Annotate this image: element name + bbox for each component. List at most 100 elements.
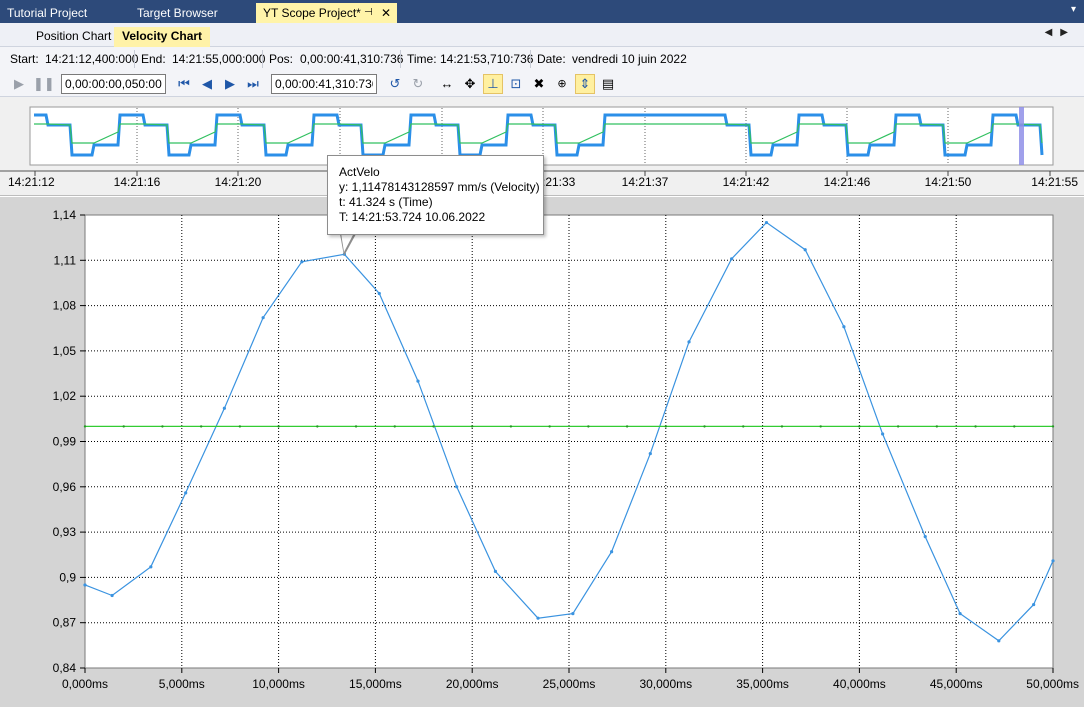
pos-label: Pos: <box>269 52 294 66</box>
x-tick-label: 40,000ms <box>833 677 886 691</box>
reference-point <box>780 425 784 428</box>
velocity-chart-area[interactable]: 1,14 1,11 1,08 1,05 1,02 0,99 0,96 0,93 0,9 0,87 0… <box>0 197 1084 707</box>
data-point[interactable] <box>997 639 1001 643</box>
x-tick-label: 15,000ms <box>349 677 402 691</box>
chart-tab-strip: Position Chart Velocity Chart ◀▶ <box>0 23 1084 47</box>
velocity-chart[interactable]: 1,14 1,11 1,08 1,05 1,02 0,99 0,96 0,93 0,9 0,87 0… <box>0 197 1084 707</box>
y-tick-label: 0,96 <box>53 480 77 494</box>
position-input[interactable] <box>271 74 377 94</box>
scroll-right-icon[interactable]: ▶ <box>1060 27 1076 38</box>
reference-point <box>432 425 435 428</box>
data-point[interactable] <box>110 593 114 598</box>
overview-position-marker[interactable] <box>1019 107 1024 165</box>
tooltip-title: ActVelo <box>339 165 380 179</box>
reference-point <box>316 425 319 428</box>
close-icon[interactable]: ✕ <box>381 3 391 23</box>
data-point[interactable] <box>416 379 420 383</box>
reference-point <box>238 425 242 428</box>
data-point[interactable] <box>300 260 304 264</box>
step-forward-icon[interactable]: ▶ <box>221 75 239 93</box>
tab-position-chart[interactable]: Position Chart <box>28 27 119 47</box>
redo-icon[interactable]: ↻ <box>409 75 427 93</box>
scroll-left-icon[interactable]: ◀ <box>1045 27 1061 38</box>
toolbar: ▶ ❚❚ ⏮ ◀ ▶ ⏭ ↺ ↻ ↔ ✥ ⊥ ⊡ ✖ ⊕ ⇕ ▤ <box>0 71 1084 97</box>
data-point[interactable] <box>536 616 540 620</box>
data-point[interactable] <box>648 451 652 456</box>
tab-velocity-chart[interactable]: Velocity Chart <box>114 27 211 47</box>
reference-point <box>161 425 164 428</box>
reference-point <box>896 425 900 428</box>
play-icon[interactable]: ▶ <box>10 75 28 93</box>
skip-end-icon[interactable]: ⏭ <box>244 75 262 93</box>
start-label: Start: <box>10 52 39 66</box>
interval-input[interactable] <box>61 74 166 94</box>
y-tick-label: 0,99 <box>53 435 77 449</box>
tab-yt-scope-project[interactable]: YT Scope Project* ⊣ ✕ <box>256 3 397 23</box>
overview-tick-label: 14:21:55 <box>1031 175 1078 189</box>
max-icon[interactable]: ⊕ <box>553 75 571 93</box>
reference-point <box>122 425 125 428</box>
data-point[interactable] <box>958 612 962 616</box>
data-point[interactable] <box>923 535 927 539</box>
data-point[interactable] <box>803 248 807 252</box>
y-tick-label: 1,14 <box>53 208 77 222</box>
data-point[interactable] <box>184 491 188 495</box>
tab-overflow-icon[interactable]: ▾ <box>1071 4 1076 15</box>
data-point[interactable] <box>455 485 459 489</box>
reference-point <box>548 425 551 428</box>
export-icon[interactable]: ▤ <box>599 75 617 93</box>
data-point[interactable] <box>149 565 153 569</box>
pan-horizontal-icon[interactable]: ↔ <box>438 75 456 93</box>
pin-icon[interactable]: ⊣ <box>364 3 373 23</box>
reference-point <box>664 425 667 428</box>
zoom-xy-icon[interactable]: ⊡ <box>507 75 525 93</box>
data-point[interactable] <box>842 325 846 329</box>
overview-tick-label: 14:21:16 <box>114 175 161 189</box>
x-tick-label: 50,000ms <box>1026 677 1079 691</box>
overview-tick-label: 14:21:12 <box>8 175 55 189</box>
tab-target-browser[interactable]: Target Browser <box>130 3 256 23</box>
time-label: Time: <box>407 52 437 66</box>
reference-point <box>1051 425 1055 428</box>
tab-tutorial-project[interactable]: Tutorial Project <box>0 3 128 23</box>
reference-point <box>974 425 977 428</box>
reference-point <box>471 425 474 428</box>
reset-icon[interactable]: ↺ <box>386 75 404 93</box>
y-tick-label: 1,11 <box>54 253 77 267</box>
data-point[interactable] <box>261 316 265 320</box>
reference-point <box>509 425 513 428</box>
y-tick-label: 1,05 <box>53 344 77 358</box>
x-tick-label: 30,000ms <box>639 677 692 691</box>
reference-point <box>199 425 203 428</box>
skip-start-icon[interactable]: ⏮ <box>175 75 193 93</box>
data-point[interactable] <box>377 291 381 296</box>
reference-point <box>83 425 87 428</box>
data-point[interactable] <box>83 583 87 587</box>
date-value: vendredi 10 juin 2022 <box>572 52 687 66</box>
data-point[interactable] <box>730 257 734 261</box>
tooltip-t: t: 41.324 s (Time) <box>339 195 433 209</box>
tab-label: Position Chart <box>36 29 112 43</box>
data-point[interactable] <box>1051 559 1055 563</box>
data-point[interactable] <box>687 340 691 344</box>
tooltip-tail-fill <box>341 233 354 252</box>
data-tooltip: ActVelo y: 1,11478143128597 mm/s (Veloci… <box>327 155 544 235</box>
end-label: End: <box>141 52 166 66</box>
data-point[interactable] <box>1032 602 1036 607</box>
data-point[interactable] <box>571 612 575 616</box>
data-point[interactable] <box>493 569 498 573</box>
data-point[interactable] <box>609 550 614 554</box>
y-tick-label: 1,02 <box>53 389 77 403</box>
clear-icon[interactable]: ✖ <box>530 75 548 93</box>
fit-icon[interactable]: ⇕ <box>575 74 595 94</box>
step-back-icon[interactable]: ◀ <box>198 75 216 93</box>
data-point[interactable] <box>222 406 226 410</box>
reference-point <box>858 425 861 428</box>
start-value: 14:21:12,400:000 <box>45 52 139 66</box>
data-point[interactable] <box>764 220 769 225</box>
pause-icon[interactable]: ❚❚ <box>33 75 55 93</box>
pan-all-icon[interactable]: ✥ <box>461 75 479 93</box>
zoom-x-icon[interactable]: ⊥ <box>483 74 503 94</box>
time-value: 14:21:53,710:736 <box>440 52 534 66</box>
data-point[interactable] <box>881 432 885 436</box>
